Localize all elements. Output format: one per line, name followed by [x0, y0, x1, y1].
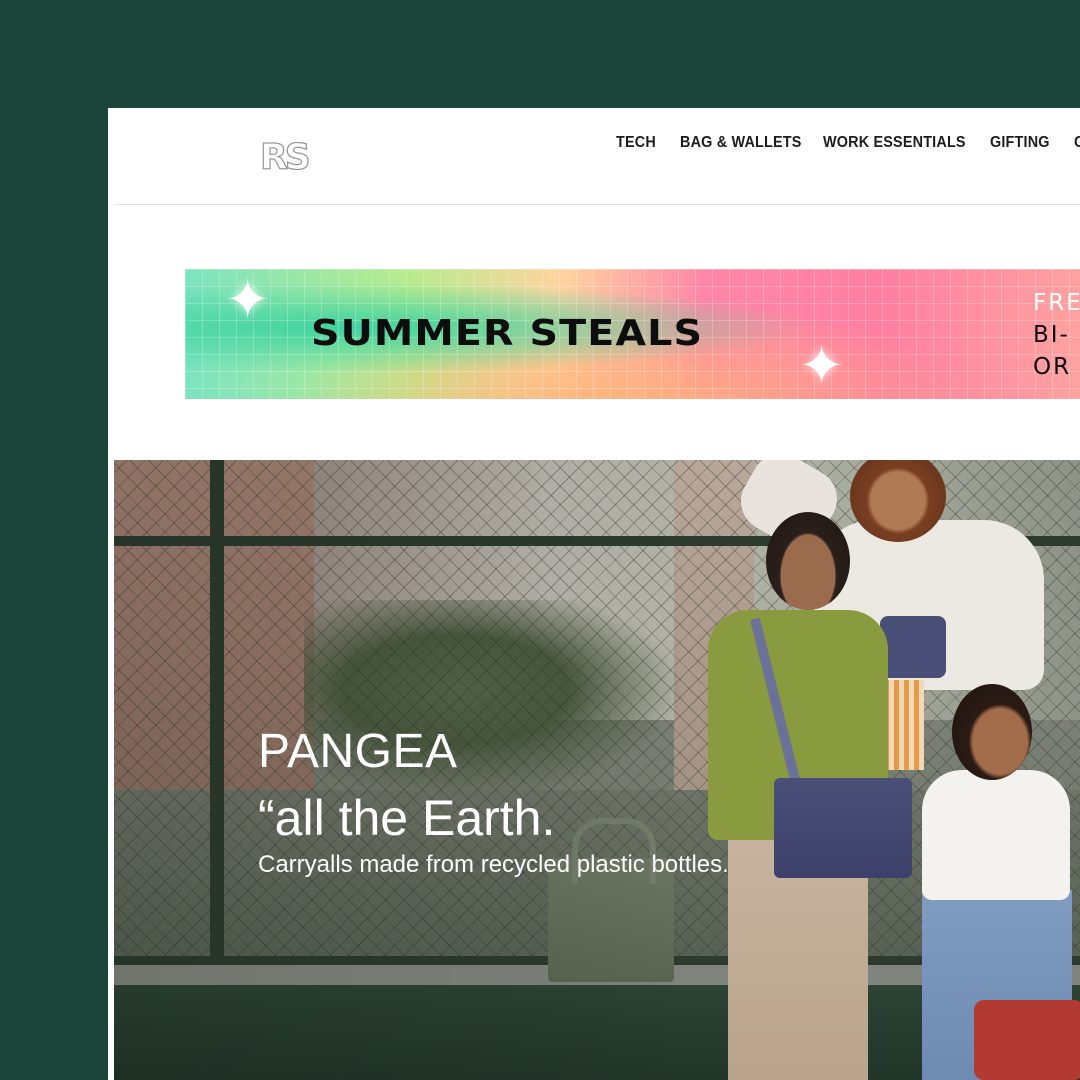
site-header: RS TECH BAG & WALLETS WORK ESSENTIALS GI…: [114, 108, 1080, 205]
hero-subtitle: Carryalls made from recycled plastic bot…: [258, 851, 729, 878]
main-nav: TECH BAG & WALLETS WORK ESSENTIALS GIFTI…: [616, 134, 1080, 164]
promo-line-2: BI-: [1033, 322, 1070, 348]
promo-side-text: FRE BI- OR: [1033, 287, 1080, 383]
logo-mark: RS: [259, 137, 311, 178]
promo-line-1: FRE: [1033, 290, 1080, 316]
nav-item-work-essentials[interactable]: WORK ESSENTIALS: [823, 134, 966, 164]
promo-banner[interactable]: ✦ ✦ SUMMER STEALS FRE BI- OR: [185, 269, 1080, 399]
nav-item-bags-wallets[interactable]: BAG & WALLETS: [680, 134, 802, 164]
promo-line-3: OR: [1033, 354, 1072, 380]
promo-title: SUMMER STEALS: [311, 313, 704, 354]
browser-window: RS TECH BAG & WALLETS WORK ESSENTIALS GI…: [108, 108, 1080, 1080]
hero-text-block: PANGEA “all the Earth. Carryalls made fr…: [258, 724, 729, 880]
brand-logo[interactable]: RS: [258, 136, 330, 184]
sparkle-icon: ✦: [225, 270, 271, 330]
hero-banner[interactable]: PANGEA “all the Earth. Carryalls made fr…: [114, 460, 1080, 1080]
hero-title: PANGEA: [258, 725, 458, 778]
sparkle-icon: ✦: [799, 336, 845, 396]
nav-item-tech[interactable]: TECH: [616, 134, 656, 164]
nav-item-truncated[interactable]: CO: [1074, 134, 1080, 164]
hero-quote: “all the Earth.: [258, 790, 556, 846]
nav-item-gifting[interactable]: GIFTING: [990, 134, 1050, 164]
